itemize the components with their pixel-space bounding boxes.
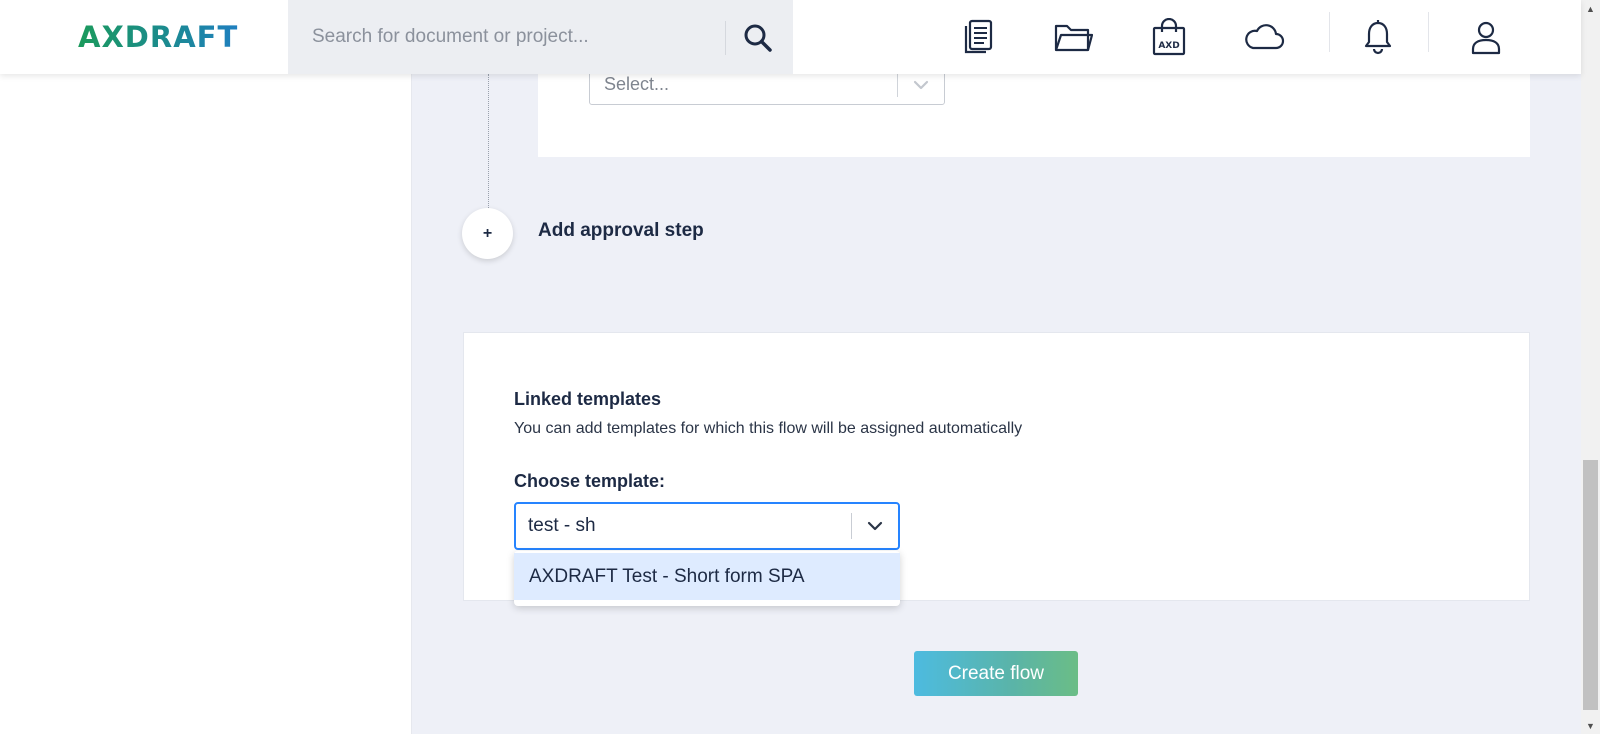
- add-approval-step-label[interactable]: Add approval step: [538, 220, 704, 242]
- documents-icon[interactable]: [957, 16, 999, 58]
- linked-templates-description: You can add templates for which this flo…: [514, 420, 1023, 437]
- axd-marketplace-icon[interactable]: AXD: [1148, 16, 1190, 58]
- plus-icon: +: [482, 224, 493, 242]
- search-separator: [725, 21, 726, 55]
- step-connector-line: [488, 74, 489, 210]
- chevron-down-icon[interactable]: [852, 504, 898, 548]
- search-icon[interactable]: [736, 16, 780, 60]
- top-header: AXDRAFT AXD: [0, 0, 1581, 74]
- cloud-icon[interactable]: [1243, 16, 1285, 58]
- folder-icon[interactable]: [1052, 16, 1094, 58]
- nav-separator: [1428, 12, 1429, 52]
- scroll-up-arrow-icon[interactable]: ▲: [1581, 0, 1600, 17]
- scroll-down-arrow-icon[interactable]: ▼: [1581, 717, 1600, 734]
- linked-templates-title: Linked templates: [514, 389, 662, 409]
- scrollbar-thumb[interactable]: [1583, 460, 1598, 710]
- search-input[interactable]: [288, 17, 718, 57]
- template-option[interactable]: AXDRAFT Test - Short form SPA: [514, 553, 900, 600]
- template-search-input[interactable]: [516, 506, 851, 546]
- axdraft-logo[interactable]: AXDRAFT: [78, 20, 238, 54]
- sidebar: [0, 0, 412, 734]
- axd-badge-text: AXD: [1158, 41, 1179, 51]
- bell-icon[interactable]: [1357, 16, 1399, 58]
- create-flow-button[interactable]: Create flow: [914, 651, 1078, 696]
- choose-template-label: Choose template:: [514, 471, 666, 491]
- nav-separator: [1329, 12, 1330, 52]
- page-scrollbar[interactable]: ▲ ▼: [1581, 0, 1600, 734]
- user-icon[interactable]: [1465, 16, 1507, 58]
- approver-select-placeholder: Select...: [604, 74, 670, 94]
- template-dropdown-menu: AXDRAFT Test - Short form SPA: [514, 551, 900, 606]
- search-bar: [288, 0, 793, 74]
- template-select[interactable]: [514, 502, 900, 550]
- add-approval-step-button[interactable]: +: [462, 208, 513, 259]
